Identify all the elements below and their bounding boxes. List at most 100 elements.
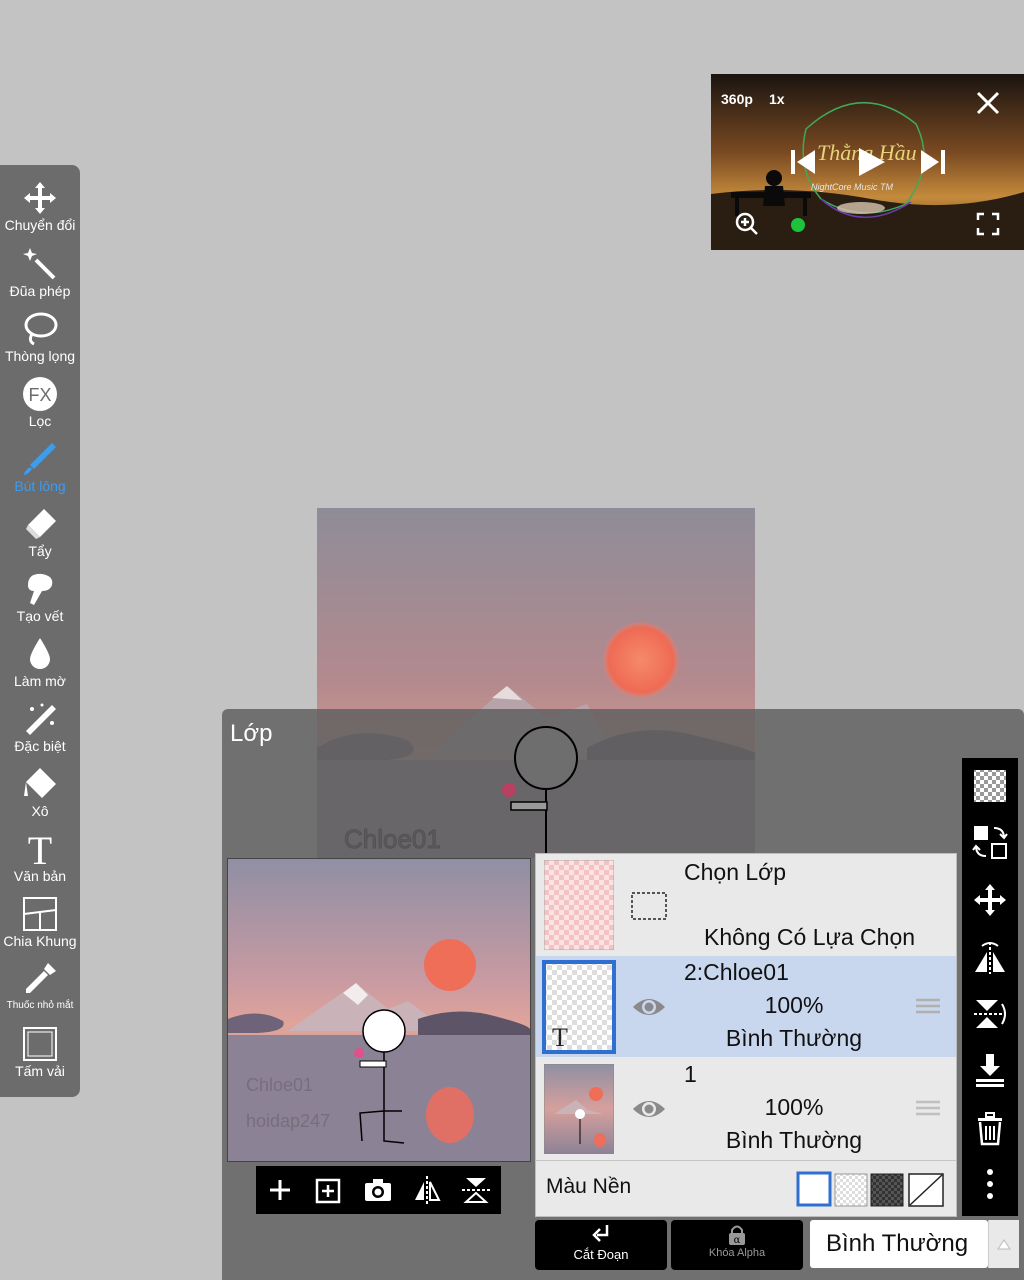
layer-thumbnail: T [542,960,616,1054]
text-icon: T [28,831,52,867]
frame-divider-icon [23,897,57,931]
next-icon[interactable] [919,148,947,176]
tool-magic-wand[interactable]: Đũa phép [0,246,80,311]
svg-text:T: T [28,831,52,867]
selection-thumbnail [544,860,614,950]
svg-text:T: T [552,1023,568,1052]
tool-label: Chuyển đổi [4,217,76,233]
fullscreen-icon[interactable] [976,212,1000,236]
add-layer-icon[interactable] [264,1174,296,1206]
background-color-row: Màu Nền [536,1160,956,1217]
move-layer-icon[interactable] [972,882,1008,918]
tool-label: Văn bản [13,868,67,884]
tool-eraser[interactable]: Tẩy [0,506,80,571]
layer-blend-mode: Bình Thường [725,1127,863,1153]
thumbnail-watermark-1: Chloe01 [246,1075,314,1095]
tool-label: Chia Khung [3,933,77,949]
flip-layer-horizontal-icon[interactable] [972,940,1008,976]
layer-name: 2:Chloe01 [684,959,789,985]
visibility-eye-icon[interactable] [632,994,666,1020]
tool-filter[interactable]: FX Lọc [0,376,80,441]
tool-frame-divider[interactable]: Chia Khung [0,896,80,961]
drag-handle-icon[interactable] [914,996,942,1018]
tool-text[interactable]: T Văn bản [0,831,80,896]
merge-down-icon[interactable] [972,1052,1008,1088]
video-speed[interactable]: 1x [769,91,785,107]
background-white-swatch[interactable] [796,1171,832,1207]
video-player[interactable]: 360p 1x Thằng Hầu NightCore Music TM [711,74,1024,250]
eyedropper-icon [26,963,56,993]
layer-opacity: 100% [764,1094,824,1120]
tool-sidebar: Chuyển đổi Đũa phép Thòng lọng FX Lọc Bú… [0,165,80,1097]
alpha-lock-button[interactable]: α Khóa Alpha [671,1220,803,1270]
smudge-icon [28,573,53,605]
tool-transform[interactable]: Chuyển đổi [0,180,80,245]
selection-layer-row[interactable]: Chọn Lớp Không Có Lựa Chọn [536,854,956,955]
canvas-stick-figure [502,726,578,858]
layer-list: Chọn Lớp Không Có Lựa Chọn T 2:Chloe01 1… [535,853,957,1217]
chevron-up-icon [997,1239,1011,1250]
layer-thumbnail [544,1064,614,1154]
flip-vertical-icon[interactable] [460,1174,492,1206]
eraser-icon [26,509,56,539]
layer-action-bar [256,1166,501,1214]
canvas-thumbnail[interactable]: Chloe01 hoidap247 [227,858,531,1162]
camera-icon[interactable] [362,1174,394,1206]
tool-label: Đũa phép [9,283,71,299]
layer-row[interactable]: 1 100% Bình Thường [536,1058,956,1159]
canvas-watermark: Chloe01 [344,824,442,855]
layer-panel-title: Lớp [230,720,273,747]
flip-horizontal-icon[interactable] [411,1174,443,1206]
video-quality[interactable]: 360p [721,91,753,107]
video-subtitle-overlay: NightCore Music TM [811,182,894,192]
more-options-icon[interactable] [972,1166,1008,1202]
clipping-button[interactable]: Cắt Đoạn [535,1220,667,1270]
blend-mode-toggle[interactable] [988,1220,1019,1268]
background-checker-light-swatch[interactable] [834,1173,868,1207]
layer-blend-mode: Bình Thường [725,1025,863,1051]
tool-label: Tạo vết [16,608,64,624]
tool-eyedropper[interactable]: Thuốc nhỏ mắt [0,961,80,1026]
special-wand-icon [26,703,56,735]
tool-canvas[interactable]: Tấm vải [0,1026,80,1091]
tool-lasso[interactable]: Thòng lọng [0,311,80,376]
background-checker-dark-swatch[interactable] [870,1173,904,1207]
blur-drop-icon [30,638,50,669]
alpha-lock-label: Khóa Alpha [708,1247,766,1259]
background-color-label: Màu Nền [546,1175,632,1198]
fx-filter-icon: FX [23,377,57,411]
flip-layer-vertical-icon[interactable] [972,996,1008,1032]
move-icon [24,182,56,214]
tool-blur[interactable]: Làm mờ [0,636,80,701]
selection-marquee-icon [631,892,667,920]
blend-mode-value: Bình Thường [826,1230,969,1257]
canvas-icon [23,1027,57,1061]
tool-label: Làm mờ [14,673,66,689]
layer-row[interactable]: T 2:Chloe01 100% Bình Thường [536,956,956,1057]
thumbnail-watermark-2: hoidap247 [246,1111,331,1131]
tool-smudge[interactable]: Tạo vết [0,571,80,636]
tool-brush[interactable]: Bút lông [0,441,80,506]
layer-swap-icon[interactable] [972,824,1008,860]
blend-mode-select[interactable]: Bình Thường [810,1220,988,1268]
tool-bucket[interactable]: Xô [0,766,80,831]
lasso-icon [24,312,58,346]
trash-icon[interactable] [972,1110,1008,1146]
zoom-in-icon[interactable] [735,212,759,236]
tool-label: Xô [31,803,49,819]
status-dot-icon [791,218,805,232]
previous-icon[interactable] [789,148,817,176]
magic-wand-icon [23,248,56,280]
tool-special[interactable]: Đặc biệt [0,701,80,766]
background-none-swatch[interactable] [908,1173,944,1207]
layer-tools-column [962,758,1018,1216]
add-layer-box-icon[interactable] [313,1174,345,1206]
visibility-eye-icon[interactable] [632,1096,666,1122]
close-icon[interactable] [975,90,1001,116]
play-icon[interactable] [855,146,887,178]
tool-label: Đặc biệt [14,738,66,754]
drag-handle-icon[interactable] [914,1098,942,1120]
tool-label: Thòng lọng [4,348,76,364]
transparency-checker-icon[interactable] [972,768,1008,804]
clipping-label: Cắt Đoạn [573,1247,629,1262]
